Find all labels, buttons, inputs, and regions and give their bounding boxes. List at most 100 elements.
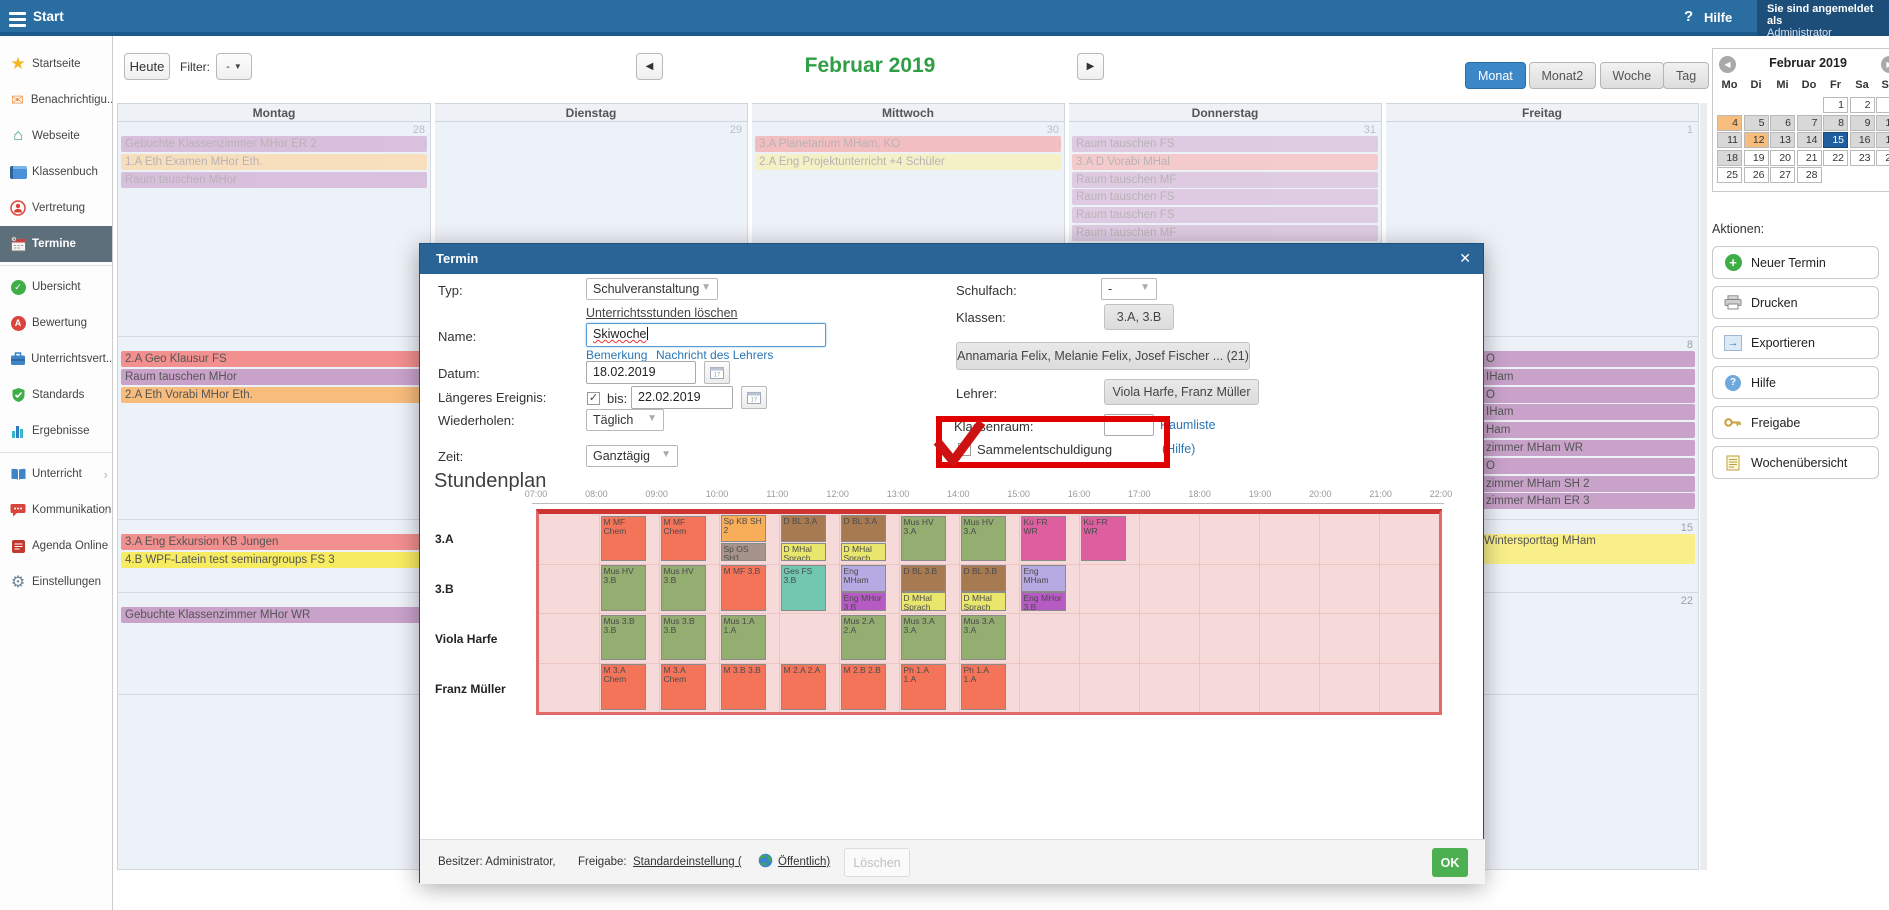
oeffentlich-link[interactable]: Öffentlich) <box>778 856 830 868</box>
action-button-exportieren[interactable]: →Exportieren <box>1712 326 1879 359</box>
lesson-cell[interactable]: D MHalSprach <box>781 543 826 562</box>
name-input[interactable]: Skiwoche <box>586 323 826 347</box>
minical-day[interactable]: 10 <box>1876 115 1889 131</box>
sidebar-item-einstellungen[interactable]: ⚙Einstellungen <box>0 564 112 600</box>
datum-input[interactable]: 18.02.2019 <box>586 361 696 384</box>
sidebar-item-webseite[interactable]: ⌂Webseite <box>0 118 112 154</box>
minical-prev-icon[interactable]: ◀ <box>1719 56 1736 73</box>
lesson-cell[interactable]: D MHalSprach <box>841 543 886 562</box>
lesson-cell[interactable]: M 3.B 3.B <box>721 664 766 710</box>
wiederholen-select[interactable]: ▼Täglich <box>586 409 664 431</box>
loeschen-button[interactable]: Löschen <box>844 848 910 877</box>
lesson-cell[interactable]: Mus 1.A1.A <box>721 615 766 661</box>
calendar-event[interactable]: Raum tauschen MHor <box>121 172 427 188</box>
dialog-titlebar[interactable]: Termin ✕ <box>420 244 1483 274</box>
logged-in-box[interactable]: Sie sind angemeldet als Administrator <box>1757 0 1889 36</box>
lesson-cell[interactable]: EngMHam <box>1021 565 1066 592</box>
minical-next-icon[interactable]: ▶ <box>1881 56 1889 73</box>
minical-day[interactable]: 22 <box>1823 150 1848 166</box>
lesson-cell[interactable]: Sp OSSH1 <box>721 543 766 562</box>
lesson-cell[interactable]: Mus HV3.A <box>901 516 946 562</box>
minical-day[interactable]: 13 <box>1770 132 1795 148</box>
minical-day[interactable]: 12 <box>1744 132 1769 148</box>
sidebar-item-bewertung[interactable]: ABewertung <box>0 305 112 341</box>
prev-month-button[interactable]: ◀ <box>636 53 663 80</box>
lesson-cell[interactable]: M 2.B 2.B <box>841 664 886 710</box>
sidebar-item-unterricht[interactable]: Unterricht› <box>0 456 112 492</box>
lesson-cell[interactable]: M MF 3.B <box>721 565 766 611</box>
calendar-cell[interactable]: 3.A Eng Exkursion KB Jungen4.B WPF-Latei… <box>118 520 431 593</box>
minical-day[interactable]: 6 <box>1770 115 1795 131</box>
calendar-event[interactable]: Gebuchte Klassenzimmer MHor WR <box>121 607 427 623</box>
minical-day[interactable]: 5 <box>1744 115 1769 131</box>
calendar-event[interactable]: 2.A Eth Vorabi MHor Eth. <box>121 387 427 403</box>
scrollbar-gutter[interactable] <box>1700 103 1707 870</box>
schulfach-select[interactable]: ▼- <box>1101 278 1157 300</box>
minical-day[interactable]: 27 <box>1770 167 1795 183</box>
sidebar-item-agenda-online[interactable]: Agenda Online <box>0 528 112 564</box>
bis-calendar-icon[interactable]: 17 <box>741 386 767 409</box>
lesson-cell[interactable]: Ku FRWR <box>1081 516 1126 562</box>
lesson-cell[interactable]: D BL 3.A <box>781 515 826 542</box>
sidebar-item-startseite[interactable]: ★Startseite <box>0 46 112 82</box>
minical-day[interactable]: 7 <box>1797 115 1822 131</box>
zeit-select[interactable]: ▼Ganztägig <box>586 445 678 467</box>
calendar-event[interactable]: Raum tauschen MHor <box>121 369 427 385</box>
sidebar-item-ergebnisse[interactable]: Ergebnisse <box>0 413 112 449</box>
calendar-event[interactable]: 3.A Planetarium MHam, KO <box>755 136 1061 152</box>
minical-day[interactable]: 20 <box>1770 150 1795 166</box>
calendar-event[interactable]: 2.A Eng Projektunterricht +4 Schüler <box>755 154 1061 170</box>
ok-button[interactable]: OK <box>1432 848 1468 877</box>
lesson-cell[interactable]: Mus 3.B3.B <box>661 615 706 661</box>
lesson-cell[interactable]: Ku FRWR <box>1021 516 1066 562</box>
sidebar-item-termine[interactable]: Termine <box>0 226 112 262</box>
view-button-woche[interactable]: Woche <box>1600 62 1665 89</box>
minical-day[interactable]: 3 <box>1876 97 1889 113</box>
sidebar-item-bersicht[interactable]: ✓Übersicht <box>0 269 112 305</box>
lesson-cell[interactable]: Mus 3.B3.B <box>601 615 646 661</box>
calendar-event[interactable]: Raum tauschen FS <box>1072 189 1378 205</box>
lehrer-button[interactable]: Viola Harfe, Franz Müller <box>1104 379 1259 405</box>
minical-day[interactable]: 25 <box>1717 167 1742 183</box>
lesson-cell[interactable]: Mus HV3.B <box>601 565 646 611</box>
calendar-cell[interactable] <box>118 695 431 870</box>
delete-lessons-link[interactable]: Unterrichtsstunden löschen <box>586 306 737 320</box>
sidebar-item-standards[interactable]: Standards <box>0 377 112 413</box>
action-button-drucken[interactable]: Drucken <box>1712 286 1879 319</box>
calendar-event[interactable]: 2.A Geo Klausur FS <box>121 351 427 367</box>
lesson-cell[interactable]: Ph 1.A1.A <box>961 664 1006 710</box>
lesson-cell[interactable]: Eng MHor3.B <box>1021 592 1066 611</box>
hamburger-menu-icon[interactable] <box>9 9 26 30</box>
calendar-event[interactable]: Raum tauschen FS <box>1072 136 1378 152</box>
lesson-cell[interactable]: M 2.A 2.A <box>781 664 826 710</box>
view-button-tag[interactable]: Tag <box>1663 62 1709 89</box>
calendar-event[interactable]: Raum tauschen MF <box>1072 225 1378 241</box>
sidebar-item-klassenbuch[interactable]: Klassenbuch <box>0 154 112 190</box>
sidebar-item-vertretung[interactable]: Vertretung <box>0 190 112 226</box>
laengeres-ereignis-checkbox[interactable]: ✓ <box>587 392 600 405</box>
lesson-cell[interactable]: Mus 3.A3.A <box>961 615 1006 661</box>
help-link[interactable]: Hilfe <box>1704 10 1732 25</box>
minical-day[interactable]: 18 <box>1717 150 1742 166</box>
lesson-cell[interactable]: Mus HV3.B <box>661 565 706 611</box>
lesson-cell[interactable]: Mus HV3.A <box>961 516 1006 562</box>
klassen-button[interactable]: 3.A, 3.B <box>1104 304 1174 330</box>
action-button-freigabe[interactable]: Freigabe <box>1712 406 1879 439</box>
minical-day[interactable]: 16 <box>1850 132 1875 148</box>
minical-day[interactable]: 1 <box>1823 97 1848 113</box>
minical-day[interactable]: 26 <box>1744 167 1769 183</box>
stundenplan-grid[interactable]: M MFChemM MFChemSp KB SH2Sp OSSH1D BL 3.… <box>536 509 1442 715</box>
action-button-neuer-termin[interactable]: +Neuer Termin <box>1712 246 1879 279</box>
close-icon[interactable]: ✕ <box>1459 250 1471 267</box>
typ-select[interactable]: ▼Schulveranstaltung <box>586 278 718 300</box>
lesson-cell[interactable]: Ges FS3.B <box>781 565 826 611</box>
minical-day[interactable]: 2 <box>1850 97 1875 113</box>
lesson-cell[interactable]: M 3.AChem <box>601 664 646 710</box>
view-button-monat2[interactable]: Monat2 <box>1529 62 1597 89</box>
minical-day[interactable]: 9 <box>1850 115 1875 131</box>
freigabe-link[interactable]: Standardeinstellung ( <box>633 856 742 868</box>
filter-dropdown[interactable]: -▼ <box>216 53 252 80</box>
calendar-event[interactable]: Raum tauschen MF <box>1072 172 1378 188</box>
minical-day[interactable]: 4 <box>1717 115 1742 131</box>
minical-day[interactable]: 15 <box>1823 132 1848 148</box>
